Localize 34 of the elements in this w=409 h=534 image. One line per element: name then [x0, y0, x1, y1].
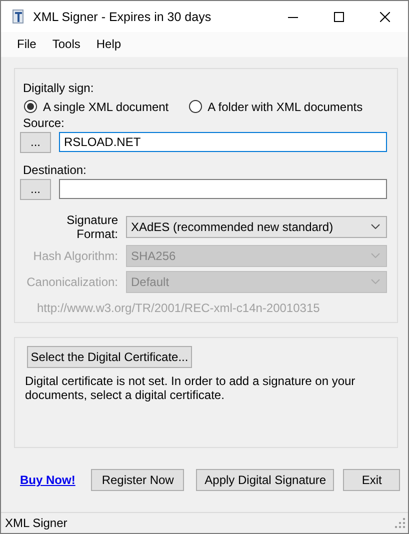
dropdown[interactable]: XAdES (recommended new standard): [126, 216, 387, 238]
maximize-icon: [334, 12, 344, 22]
radio-button[interactable]: [188, 100, 202, 114]
uri-text: http://www.w3.org/TR/2001/REC-xml-c14n-20010315: [37, 300, 321, 315]
action-button[interactable]: Apply Digital Signature: [196, 469, 334, 492]
menu-item[interactable]: Help: [88, 37, 130, 52]
field-label: Source:: [23, 116, 66, 130]
radio-label: A single XML document: [43, 100, 169, 114]
browse-button[interactable]: ...: [20, 132, 51, 153]
option-label: Canonicalization:: [26, 274, 118, 289]
buy-now-link[interactable]: Buy Now!: [20, 473, 76, 488]
window-title: XML Signer - Expires in 30 days: [33, 10, 212, 24]
radio-label: A folder with XML documents: [208, 100, 363, 114]
browse-button[interactable]: ...: [20, 178, 51, 200]
field-label: Destination:: [23, 162, 88, 177]
radio-button[interactable]: [24, 100, 37, 114]
source-field[interactable]: RSLOAD.NET: [59, 132, 387, 152]
status-text: XML Signer: [5, 516, 68, 530]
chevron-icon: [371, 224, 380, 230]
close-icon: [380, 12, 390, 22]
resize-grip-icon[interactable]: [395, 518, 405, 528]
chevron-icon: [371, 253, 380, 258]
action-button[interactable]: Exit: [343, 469, 400, 492]
document-icon: [11, 9, 25, 24]
option-label: Hash Algorithm:: [32, 248, 118, 263]
menu-item[interactable]: Tools: [44, 37, 88, 52]
select-certificate-button[interactable]: Select the Digital Certificate...: [27, 346, 192, 368]
menu-item[interactable]: File: [9, 37, 44, 52]
certificate-message: Digital certificate is not set. In order to add a signature on your documents, select a digital certificate.: [25, 374, 356, 402]
action-button[interactable]: Register Now: [91, 469, 184, 492]
option-label: Signature Format:: [66, 212, 118, 241]
section-label: Digitally sign:: [23, 80, 95, 95]
destination-field[interactable]: [59, 179, 387, 200]
chevron-icon: [371, 279, 380, 284]
